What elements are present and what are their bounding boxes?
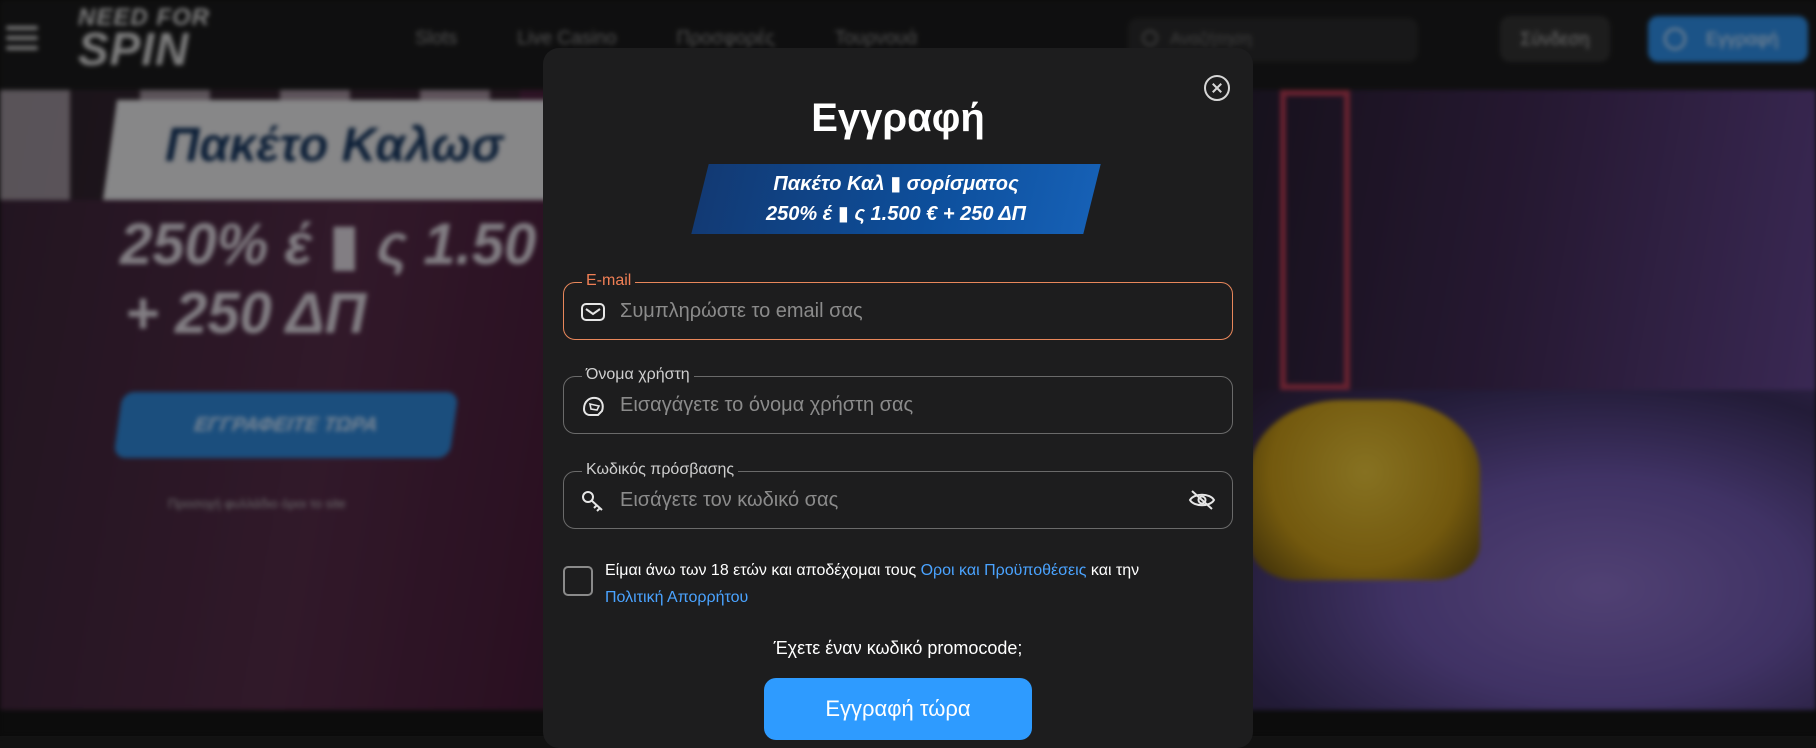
terms-link[interactable]: Οροι και Προϋποθέσεις (921, 562, 1087, 579)
promo-banner-text: Πακέτο Καλ ▮ σορίσματος 250% έ ▮ ς 1.500… (700, 169, 1092, 229)
password-field[interactable]: Κωδικός πρόσβασης (563, 460, 1233, 529)
username-input[interactable] (620, 389, 1180, 421)
email-input[interactable] (620, 295, 1180, 327)
modal-title: Εγγραφή (811, 96, 985, 140)
key-icon (582, 491, 603, 512)
password-label: Κωδικός πρόσβασης (582, 460, 739, 480)
username-label: Όνομα χρήστη (582, 365, 694, 385)
privacy-policy-link[interactable]: Πολιτική Απορρήτου (605, 589, 748, 606)
terms-text-part2: και την (1086, 562, 1140, 579)
envelope-icon (581, 303, 605, 321)
promo-line1: Πακέτο Καλ ▮ σορίσματος (773, 173, 1019, 195)
eye-off-icon[interactable] (1188, 488, 1216, 512)
email-label: E-mail (582, 271, 636, 291)
username-field[interactable]: Όνομα χρήστη (563, 365, 1233, 434)
terms-text-part1: Είμαι άνω των 18 ετών και αποδέχομαι του… (605, 562, 921, 579)
terms-checkbox[interactable] (563, 566, 593, 596)
password-input[interactable] (620, 484, 1180, 516)
promocode-question[interactable]: Έχετε έναν κωδικό promocode; (543, 638, 1253, 659)
promo-line2: 250% έ ▮ ς 1.500 € + 250 ΔΠ (765, 203, 1027, 225)
register-now-button[interactable]: Εγγραφή τώρα (764, 678, 1032, 740)
helmet-icon (582, 396, 604, 416)
terms-text: Είμαι άνω των 18 ετών και αποδέχομαι του… (605, 557, 1225, 611)
email-field[interactable]: E-mail (563, 271, 1233, 340)
